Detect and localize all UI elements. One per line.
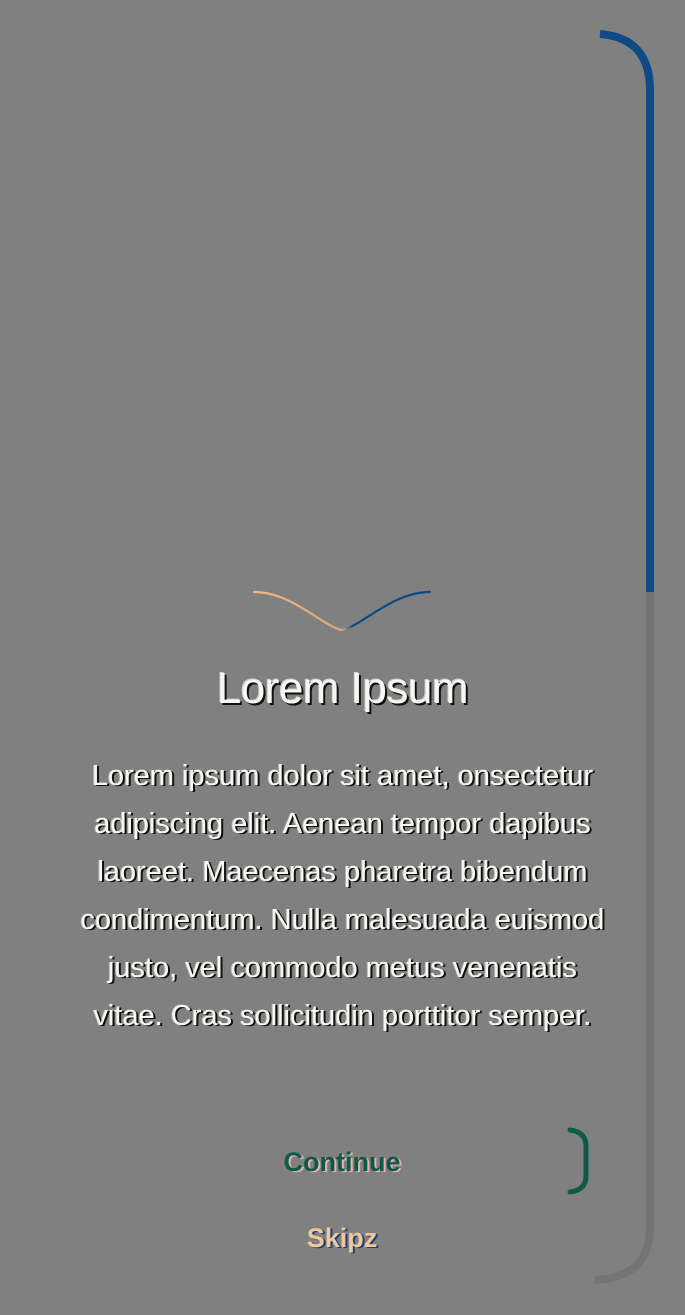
right-bracket-icon bbox=[567, 1127, 589, 1195]
skip-button[interactable]: Skipz bbox=[262, 1218, 422, 1258]
page-title: Lorem Ipsum bbox=[216, 664, 469, 713]
frame-accent-stroke bbox=[599, 30, 654, 592]
onboarding-screen: Lorem Ipsum Lorem ipsum dolor sit amet, … bbox=[0, 0, 685, 1315]
description-text: Lorem ipsum dolor sit amet, onsectetur a… bbox=[80, 760, 605, 1032]
wave-divider-icon bbox=[252, 590, 432, 632]
screen-frame bbox=[594, 30, 654, 1284]
continue-button[interactable]: Continue bbox=[242, 1140, 442, 1184]
